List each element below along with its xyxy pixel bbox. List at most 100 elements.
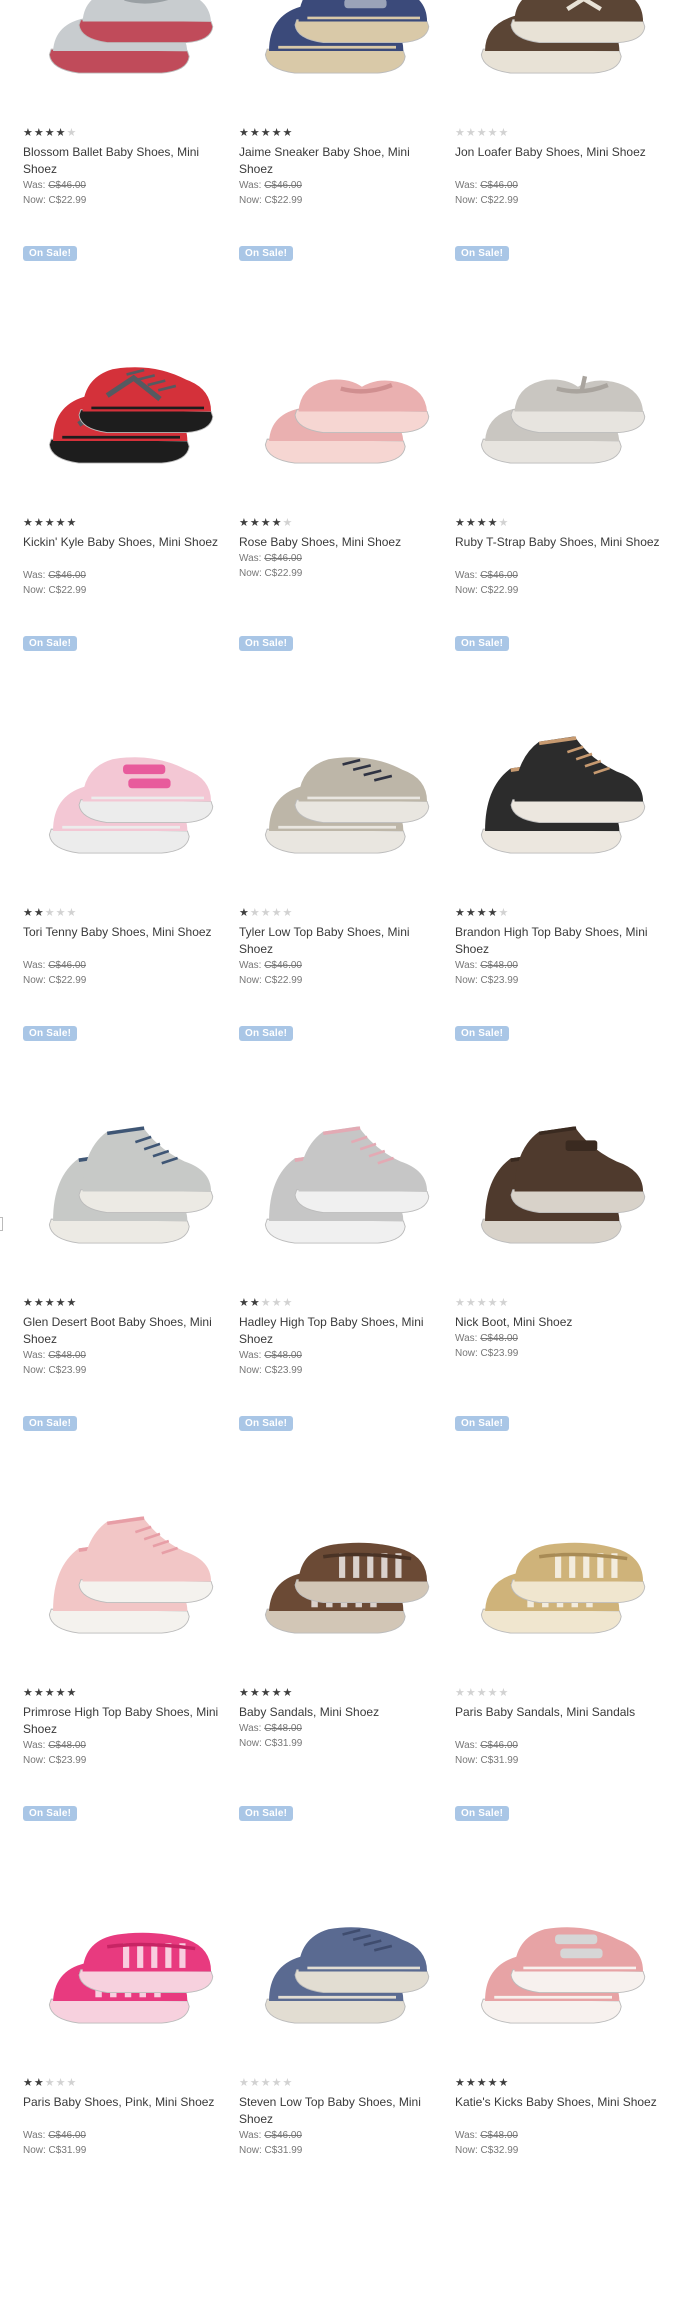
was-value: C$46.00 [480, 180, 518, 191]
star-icon: ★ [498, 1296, 509, 1309]
product-card[interactable]: On Sale! ★ ★ ★ ★ ★ Rose Baby Shoes, Mini Shoez… [236, 246, 444, 662]
star-icon: ★ [498, 516, 509, 529]
product-card[interactable]: On Sale! ★ ★ ★ ★ ★ Kickin' Kyle Baby Shoes, Mi… [20, 246, 228, 662]
product-name[interactable]: Steven Low Top Baby Shoes, Mini Shoez [239, 2094, 444, 2128]
sale-badge: On Sale! [455, 636, 510, 651]
product-name[interactable]: Glen Desert Boot Baby Shoes, Mini Shoez [23, 1314, 228, 1348]
was-value: C$46.00 [264, 553, 302, 564]
star-icon: ★ [249, 126, 260, 139]
star-icon: ★ [55, 906, 66, 919]
product-name[interactable]: Tyler Low Top Baby Shoes, Mini Shoez [239, 924, 444, 958]
product-card[interactable]: On Sale! ★ ★ ★ ★ ★ Hadley High Top Baby Shoes,… [236, 1026, 444, 1442]
product-image[interactable] [236, 1846, 441, 2051]
product-name[interactable]: Paris Baby Shoes, Pink, Mini Shoez [23, 2094, 228, 2111]
product-name[interactable]: Blossom Ballet Baby Shoes, Mini Shoez [23, 144, 228, 178]
product-name[interactable]: Tori Tenny Baby Shoes, Mini Shoez [23, 924, 228, 941]
sale-badge: On Sale! [23, 1026, 78, 1041]
was-price: Was: C$46.00 [455, 1739, 518, 1753]
star-icon: ★ [260, 126, 271, 139]
was-price: Was: C$46.00 [239, 959, 302, 973]
product-name[interactable]: Ruby T-Strap Baby Shoes, Mini Shoez [455, 534, 660, 551]
was-label: Was: [455, 2130, 481, 2141]
product-image[interactable] [20, 1066, 225, 1271]
now-price: Now: C$31.99 [239, 1738, 303, 1749]
product-image[interactable] [452, 1066, 657, 1271]
product-image[interactable] [236, 286, 441, 491]
product-card[interactable]: On Sale! ★ ★ ★ ★ ★ Glen Desert Boot Baby Shoes… [20, 1026, 228, 1442]
product-image[interactable] [236, 0, 441, 101]
product-card[interactable]: ★ ★ ★ ★ ★ Jon Loafer Baby Shoes, Mini Shoez Wa… [452, 0, 657, 272]
star-icon: ★ [44, 2076, 55, 2089]
product-image[interactable] [20, 676, 225, 881]
product-image[interactable] [20, 0, 225, 101]
product-image[interactable] [20, 1456, 225, 1661]
now-price: Now: C$22.99 [239, 195, 303, 206]
was-value: C$46.00 [264, 960, 302, 971]
product-name[interactable]: Katie's Kicks Baby Shoes, Mini Shoez [455, 2094, 660, 2111]
product-image[interactable] [452, 676, 657, 881]
product-image[interactable] [452, 1456, 657, 1661]
product-image[interactable] [452, 286, 657, 491]
was-price: Was: C$46.00 [455, 179, 518, 193]
edge-scroll-marker [0, 1217, 3, 1231]
star-icon: ★ [23, 516, 33, 529]
star-icon: ★ [249, 906, 260, 919]
product-image[interactable] [20, 1846, 225, 2051]
product-name[interactable]: Jon Loafer Baby Shoes, Mini Shoez [455, 144, 660, 161]
sale-badge: On Sale! [239, 246, 294, 261]
product-card[interactable]: On Sale! ★ ★ ★ ★ ★ Paris Baby Sandals, Mini Sa… [452, 1416, 660, 1832]
was-label: Was: [455, 180, 481, 191]
was-label: Was: [23, 570, 49, 581]
product-image[interactable] [236, 1066, 441, 1271]
product-image[interactable] [236, 676, 441, 881]
product-image[interactable] [20, 286, 225, 491]
now-price: Now: C$22.99 [239, 975, 303, 986]
was-value: C$48.00 [480, 960, 518, 971]
star-icon: ★ [465, 2076, 476, 2089]
product-name[interactable]: Baby Sandals, Mini Shoez [239, 1704, 444, 1721]
product-name[interactable]: Rose Baby Shoes, Mini Shoez [239, 534, 444, 551]
star-icon: ★ [33, 1686, 44, 1699]
product-card[interactable]: On Sale! ★ ★ ★ ★ ★ Paris Baby Shoes, Pink, Min… [20, 1806, 228, 2222]
product-card[interactable]: On Sale! ★ ★ ★ ★ ★ Tori Tenny Baby Shoes, Mini… [20, 636, 228, 1052]
product-name[interactable]: Hadley High Top Baby Shoes, Mini Shoez [239, 1314, 444, 1348]
sale-badge: On Sale! [23, 1416, 78, 1431]
star-icon: ★ [487, 1296, 498, 1309]
product-name[interactable]: Brandon High Top Baby Shoes, Mini Shoez [455, 924, 660, 958]
product-card[interactable]: On Sale! ★ ★ ★ ★ ★ Katie's Kicks Baby Shoes, M… [452, 1806, 660, 2222]
product-name[interactable]: Paris Baby Sandals, Mini Sandals [455, 1704, 660, 1721]
product-card[interactable]: On Sale! ★ ★ ★ ★ ★ Steven Low Top Baby Shoes, … [236, 1806, 444, 2222]
was-value: C$48.00 [480, 1333, 518, 1344]
star-icon: ★ [249, 2076, 260, 2089]
product-card[interactable]: On Sale! ★ ★ ★ ★ ★ Nick Boot, Mini Shoez Was: C… [452, 1026, 660, 1442]
sale-badge: On Sale! [239, 636, 294, 651]
star-icon: ★ [487, 1686, 498, 1699]
product-name[interactable]: Jaime Sneaker Baby Shoe, Mini Shoez [239, 144, 444, 178]
star-icon: ★ [282, 1296, 293, 1309]
product-image[interactable] [452, 0, 657, 101]
star-icon: ★ [476, 906, 487, 919]
rating-stars: ★ ★ ★ ★ ★ [239, 1297, 292, 1309]
product-image[interactable] [236, 1456, 441, 1661]
star-icon: ★ [44, 516, 55, 529]
product-name[interactable]: Kickin' Kyle Baby Shoes, Mini Shoez [23, 534, 228, 551]
now-price: Now: C$23.99 [23, 1755, 87, 1766]
product-card[interactable]: On Sale! ★ ★ ★ ★ ★ Baby Sandals, Mini Shoez Was… [236, 1416, 444, 1832]
product-card[interactable]: On Sale! ★ ★ ★ ★ ★ Ruby T-Strap Baby Shoes, Mi… [452, 246, 660, 662]
product-card[interactable]: On Sale! ★ ★ ★ ★ ★ Brandon High Top Baby Shoes… [452, 636, 660, 1052]
product-card[interactable]: On Sale! ★ ★ ★ ★ ★ Tyler Low Top Baby Shoes, M… [236, 636, 444, 1052]
star-icon: ★ [33, 1296, 44, 1309]
star-icon: ★ [33, 126, 44, 139]
star-icon: ★ [282, 2076, 293, 2089]
product-name[interactable]: Primrose High Top Baby Shoes, Mini Shoez [23, 1704, 228, 1738]
sale-badge: On Sale! [23, 636, 78, 651]
rating-stars: ★ ★ ★ ★ ★ [239, 2077, 292, 2089]
star-icon: ★ [55, 1296, 66, 1309]
product-card[interactable]: ★ ★ ★ ★ ★ Blossom Ballet Baby Shoes, Mini Sho… [20, 0, 225, 272]
product-name[interactable]: Nick Boot, Mini Shoez [455, 1314, 660, 1331]
product-image[interactable] [452, 1846, 657, 2051]
rating-stars: ★ ★ ★ ★ ★ [455, 1687, 508, 1699]
was-value: C$46.00 [48, 180, 86, 191]
product-card[interactable]: ★ ★ ★ ★ ★ Jaime Sneaker Baby Shoe, Mini Shoez… [236, 0, 441, 272]
product-card[interactable]: On Sale! ★ ★ ★ ★ ★ Primrose High Top Baby Shoe… [20, 1416, 228, 1832]
